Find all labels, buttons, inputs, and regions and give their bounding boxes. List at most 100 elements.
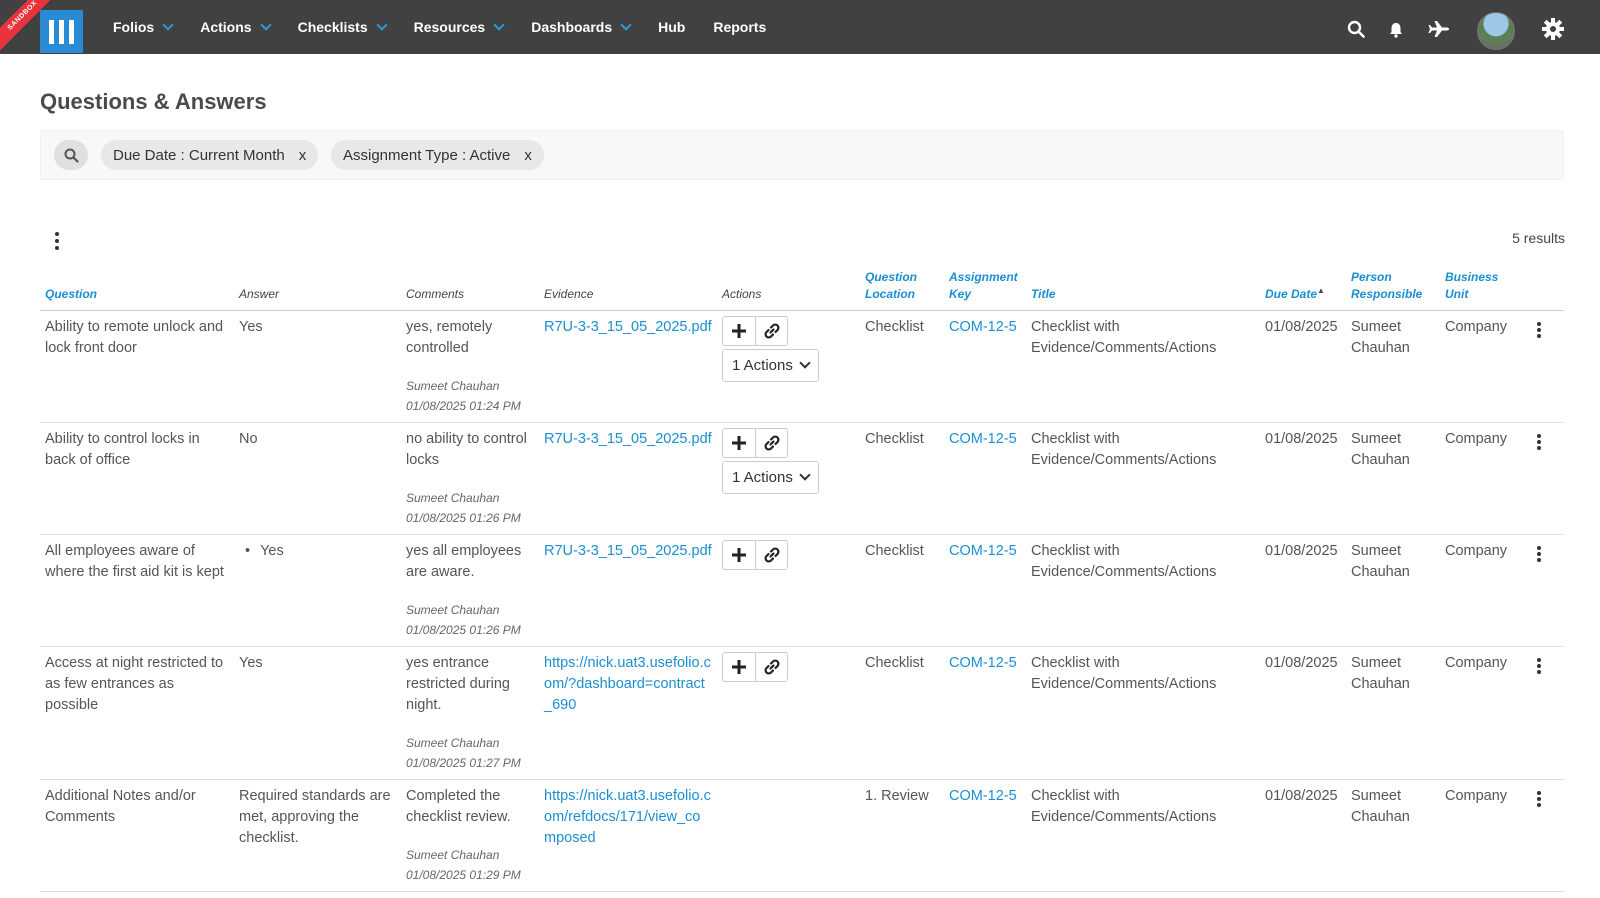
- row-menu-cell: [1519, 422, 1564, 535]
- action-buttons: [722, 427, 788, 458]
- evidence-cell: R7U-3-3_15_05_2025.pdf: [539, 422, 717, 535]
- actions-cell: [717, 779, 860, 892]
- col-question[interactable]: Question: [40, 268, 234, 311]
- col-assignment-key[interactable]: Assignment Key: [944, 268, 1026, 311]
- nav-label: Dashboards: [531, 19, 613, 35]
- table-options-menu[interactable]: [54, 232, 60, 250]
- col-person-responsible[interactable]: Person Responsible: [1346, 268, 1440, 311]
- table-header-row: Question Answer Comments Evidence Action…: [40, 268, 1564, 311]
- actions-cell: [717, 534, 860, 647]
- add-action-button[interactable]: [723, 541, 755, 569]
- action-buttons: [722, 651, 788, 682]
- row-menu-icon[interactable]: [1536, 790, 1542, 807]
- comment-author: Sumeet Chauhan: [406, 847, 500, 862]
- nav-actions[interactable]: Actions: [200, 18, 272, 35]
- add-action-button[interactable]: [723, 429, 755, 457]
- comment-text: yes entrance restricted during night.: [406, 654, 510, 713]
- link-action-button[interactable]: [755, 428, 787, 457]
- location-cell: Checklist: [860, 646, 944, 780]
- plane-icon[interactable]: [1428, 20, 1450, 38]
- nav-folios[interactable]: Folios: [113, 18, 174, 35]
- nav-label: Folios: [113, 19, 155, 35]
- assignment-key-cell: COM-12-5: [944, 779, 1026, 892]
- gear-icon[interactable]: [1542, 18, 1564, 40]
- person-cell: Sumeet Chauhan: [1346, 534, 1440, 647]
- add-action-button[interactable]: [723, 317, 755, 345]
- filter-chip-assignment-type[interactable]: Assignment Type : Active x: [331, 140, 544, 170]
- col-actions: Actions: [717, 268, 860, 311]
- filter-bar: Due Date : Current Month x Assignment Typ…: [40, 130, 1564, 180]
- actions-dropdown[interactable]: 1 Actions: [722, 348, 819, 382]
- app-logo[interactable]: [40, 10, 83, 53]
- add-action-button[interactable]: [723, 653, 755, 681]
- comments-cell: no ability to control locks Sumeet Chauh…: [401, 422, 539, 535]
- nav-label: Reports: [713, 19, 767, 35]
- nav-dashboards[interactable]: Dashboards: [531, 18, 632, 35]
- top-navbar: SANDBOX Folios Actions Checklists Resour…: [0, 0, 1600, 54]
- bell-icon[interactable]: [1389, 22, 1403, 38]
- assignment-key-link[interactable]: COM-12-5: [949, 543, 1017, 559]
- comments-cell: yes, remotely controlled Sumeet Chauhan …: [401, 310, 539, 423]
- assignment-key-link[interactable]: COM-12-5: [949, 431, 1017, 447]
- link-action-button[interactable]: [755, 316, 787, 345]
- col-due-date[interactable]: Due Date▲: [1260, 268, 1346, 311]
- nav-label: Checklists: [297, 19, 368, 35]
- link-action-button[interactable]: [755, 652, 787, 681]
- evidence-link[interactable]: https://nick.uat3.usefolio.com/refdocs/1…: [544, 788, 711, 846]
- evidence-link[interactable]: https://nick.uat3.usefolio.com/?dashboar…: [544, 655, 711, 713]
- evidence-link[interactable]: R7U-3-3_15_05_2025.pdf: [544, 543, 712, 559]
- col-evidence: Evidence: [539, 268, 717, 311]
- chevron-down-icon: [620, 18, 632, 31]
- comment-author: Sumeet Chauhan: [406, 378, 500, 393]
- question-cell: Ability to remote unlock and lock front …: [40, 310, 234, 423]
- evidence-link[interactable]: R7U-3-3_15_05_2025.pdf: [544, 431, 712, 447]
- nav-hub[interactable]: Hub: [658, 19, 685, 35]
- answer-value: Yes: [239, 318, 263, 335]
- assignment-key-link[interactable]: COM-12-5: [949, 655, 1017, 671]
- assignment-key-link[interactable]: COM-12-5: [949, 319, 1017, 335]
- chevron-down-icon: [162, 18, 174, 31]
- comment-timestamp: 01/08/2025 01:24 PM: [406, 398, 521, 413]
- chip-remove-icon[interactable]: x: [524, 147, 532, 164]
- comment-author: Sumeet Chauhan: [406, 602, 500, 617]
- col-title[interactable]: Title: [1026, 268, 1260, 311]
- due-date-cell: 01/08/2025: [1260, 534, 1346, 647]
- location-cell: Checklist: [860, 310, 944, 423]
- row-menu-icon[interactable]: [1536, 545, 1542, 562]
- link-action-button[interactable]: [755, 540, 787, 569]
- plus-icon: [732, 323, 746, 338]
- comments-cell: yes entrance restricted during night. Su…: [401, 646, 539, 780]
- assignment-key-cell: COM-12-5: [944, 646, 1026, 780]
- filter-chip-due-date[interactable]: Due Date : Current Month x: [101, 140, 319, 170]
- person-cell: Sumeet Chauhan: [1346, 646, 1440, 780]
- assignment-key-link[interactable]: COM-12-5: [949, 788, 1017, 804]
- actions-cell: [717, 646, 860, 780]
- search-icon[interactable]: [1347, 20, 1365, 38]
- col-business-unit[interactable]: Business Unit: [1440, 268, 1519, 311]
- question-cell: Additional Notes and/or Comments: [40, 779, 234, 892]
- comment-timestamp: 01/08/2025 01:29 PM: [406, 867, 521, 882]
- location-cell: Checklist: [860, 534, 944, 647]
- business-unit-cell: Company: [1440, 534, 1519, 647]
- nav-reports[interactable]: Reports: [713, 19, 766, 35]
- link-icon: [763, 546, 780, 563]
- filter-search-button[interactable]: [54, 140, 88, 170]
- comment-timestamp: 01/08/2025 01:27 PM: [406, 755, 521, 770]
- row-menu-icon[interactable]: [1536, 657, 1542, 674]
- col-question-location[interactable]: Question Location: [860, 268, 944, 311]
- question-cell: Access at night restricted to as few ent…: [40, 646, 234, 780]
- title-cell: Checklist with Evidence/Comments/Actions: [1026, 779, 1260, 892]
- actions-dropdown[interactable]: 1 Actions: [722, 460, 819, 494]
- nav-checklists[interactable]: Checklists: [297, 18, 388, 35]
- col-row-menu: [1519, 268, 1564, 311]
- row-menu-icon[interactable]: [1536, 433, 1542, 450]
- avatar[interactable]: [1477, 12, 1515, 50]
- row-menu-icon[interactable]: [1536, 321, 1542, 338]
- chip-remove-icon[interactable]: x: [299, 147, 307, 164]
- assignment-key-cell: COM-12-5: [944, 310, 1026, 423]
- sort-asc-icon: ▲: [1317, 285, 1325, 295]
- nav-resources[interactable]: Resources: [414, 18, 505, 35]
- comment-author: Sumeet Chauhan: [406, 490, 500, 505]
- row-menu-cell: [1519, 779, 1564, 892]
- evidence-link[interactable]: R7U-3-3_15_05_2025.pdf: [544, 319, 712, 335]
